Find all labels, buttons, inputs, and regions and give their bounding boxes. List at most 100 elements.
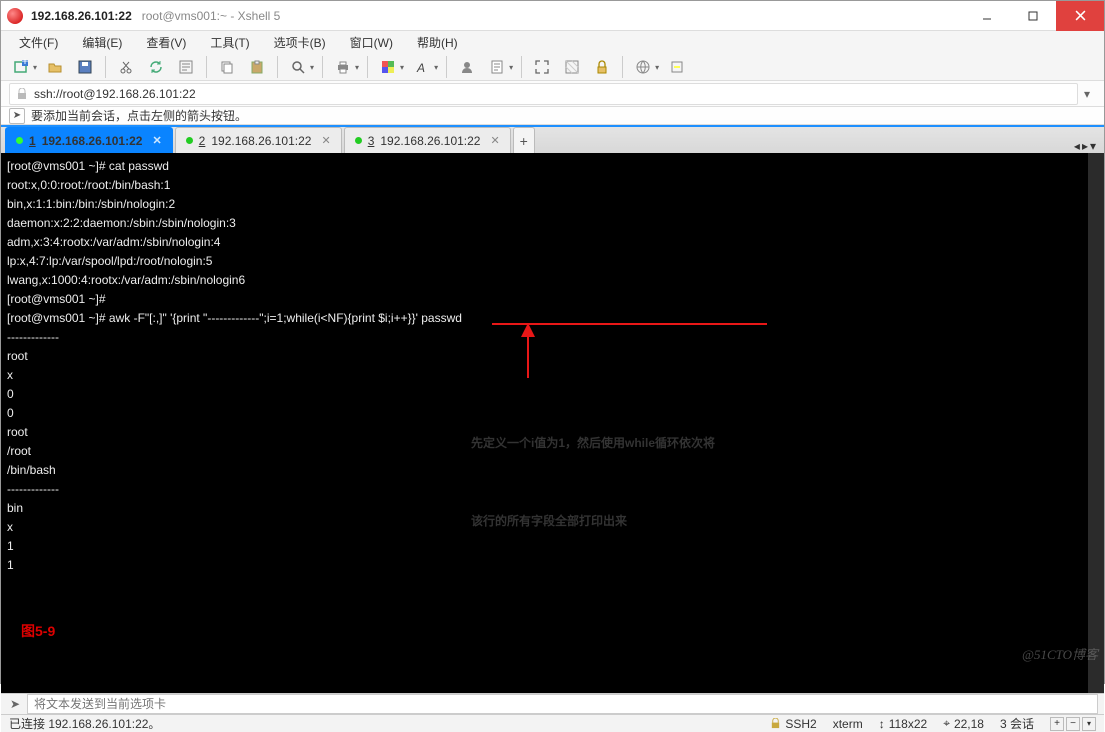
xshell-window: 192.168.26.101:22 root@vms001:~ - Xshell… [0,0,1105,684]
menu-file[interactable]: 文件(F) [9,31,68,54]
lock-small-icon [16,88,28,100]
tab-close-icon[interactable]: ✕ [321,134,330,147]
send-arrow-icon[interactable]: ➤ [7,696,23,712]
terminal-line: ------------- [7,328,1082,347]
terminal-line: root:x,0:0:root:/root:/bin/bash:1 [7,176,1082,195]
minimize-button[interactable] [964,1,1010,31]
status-sessions: 3 会话 [1000,715,1034,732]
lock-status-icon [770,718,781,729]
cut-icon[interactable] [112,54,140,80]
separator [521,56,522,78]
title-host: 192.168.26.101:22 [31,9,132,23]
tab-label: 192.168.26.101:22 [42,134,143,148]
session-tab-3[interactable]: 3 192.168.26.101:22 ✕ [344,127,511,153]
session-tab-1[interactable]: 1 192.168.26.101:22 ✕ [5,127,173,153]
status-cursor: ⌖ 22,18 [943,716,984,731]
terminal-line: root [7,347,1082,366]
session-menu-icon[interactable]: ▾ [1082,717,1096,731]
info-hint: 要添加当前会话，点击左侧的箭头按钮。 [31,107,247,124]
print-icon[interactable] [329,54,357,80]
titlebar: 192.168.26.101:22 root@vms001:~ - Xshell… [1,1,1104,31]
status-dot-icon [355,137,362,144]
menu-view[interactable]: 查看(V) [136,31,196,54]
session-minus-icon[interactable]: − [1066,717,1080,731]
status-connected: 已连接 192.168.26.101:22。 [9,715,160,732]
watermark: @51CTO博客 [1022,644,1098,663]
dropdown-icon[interactable]: ▾ [355,63,359,72]
address-dropdown-icon[interactable]: ▾ [1078,87,1096,101]
status-sessions-btns: + − ▾ [1050,717,1096,731]
annotation-line2: 该行的所有字段全部打印出来 [471,508,715,534]
app-icon [7,8,23,24]
session-plus-icon[interactable]: + [1050,717,1064,731]
dropdown-icon[interactable]: ▾ [434,63,438,72]
tab-close-icon[interactable]: ✕ [152,134,161,147]
add-session-arrow-icon[interactable]: ➤ [9,108,25,124]
info-bar: ➤ 要添加当前会话，点击左侧的箭头按钮。 [1,107,1104,125]
tab-strip: 1 192.168.26.101:22 ✕ 2 192.168.26.101:2… [1,125,1104,153]
terminal[interactable]: [root@vms001 ~]# cat passwdroot:x,0:0:ro… [1,153,1088,693]
fullscreen-icon[interactable] [528,54,556,80]
lock-icon[interactable] [588,54,616,80]
dropdown-icon[interactable]: ▾ [509,63,513,72]
menu-help[interactable]: 帮助(H) [407,31,468,54]
status-ssh: SSH2 [770,717,816,731]
separator [446,56,447,78]
menu-window[interactable]: 窗口(W) [340,31,403,54]
menu-tools[interactable]: 工具(T) [200,31,259,54]
menu-tabs[interactable]: 选项卡(B) [264,31,336,54]
open-session-icon[interactable] [41,54,69,80]
address-field[interactable]: ssh://root@192.168.26.101:22 [9,83,1078,105]
dropdown-icon[interactable]: ▾ [33,63,37,72]
terminal-line: bin,x:1:1:bin:/bin:/sbin/nologin:2 [7,195,1082,214]
window-controls [964,1,1104,31]
figure-label: 图5-9 [21,621,55,641]
svg-text:A: A [416,61,425,75]
separator [322,56,323,78]
script-icon[interactable] [483,54,511,80]
properties-icon[interactable] [172,54,200,80]
tab-prev-icon[interactable]: ◂ [1074,139,1080,153]
terminal-line: [root@vms001 ~]# [7,290,1082,309]
close-button[interactable] [1056,1,1104,31]
terminal-line: daemon:x:2:2:daemon:/sbin:/sbin/nologin:… [7,214,1082,233]
color-scheme-icon[interactable] [374,54,402,80]
session-tab-2[interactable]: 2 192.168.26.101:22 ✕ [175,127,342,153]
dropdown-icon[interactable]: ▾ [400,63,404,72]
save-icon[interactable] [71,54,99,80]
dropdown-icon[interactable]: ▾ [655,63,659,72]
paste-icon[interactable] [243,54,271,80]
tab-label: 192.168.26.101:22 [211,134,311,148]
find-icon[interactable] [284,54,312,80]
copy-icon[interactable] [213,54,241,80]
encoding-icon[interactable] [629,54,657,80]
address-text: ssh://root@192.168.26.101:22 [34,87,196,101]
terminal-line: [root@vms001 ~]# awk -F"[:,]" '{print "-… [7,309,1082,328]
menu-edit[interactable]: 编辑(E) [72,31,132,54]
terminal-area: [root@vms001 ~]# cat passwdroot:x,0:0:ro… [1,153,1104,693]
new-tab-button[interactable]: + [513,127,535,153]
annotation-text: 先定义一个i值为1，然后使用while循环依次将 该行的所有字段全部打印出来 [471,378,715,586]
dropdown-icon[interactable]: ▾ [310,63,314,72]
tab-num: 2 [199,134,206,148]
transparency-icon[interactable] [558,54,586,80]
terminal-line: adm,x:3:4:rootx:/var/adm:/sbin/nologin:4 [7,233,1082,252]
highlight-icon[interactable] [663,54,691,80]
tab-next-icon[interactable]: ▸ [1082,139,1088,153]
tab-list-icon[interactable]: ▾ [1090,139,1096,153]
reconnect-icon[interactable] [142,54,170,80]
tab-num: 1 [29,134,36,148]
status-dot-icon [186,137,193,144]
send-input[interactable] [27,694,1098,714]
toolbar: +▾ ▾ ▾ ▾ A▾ ▾ ▾ [1,54,1104,81]
new-session-icon[interactable]: + [7,54,35,80]
tab-close-icon[interactable]: ✕ [490,134,499,147]
separator [105,56,106,78]
user-icon[interactable] [453,54,481,80]
font-icon[interactable]: A [408,54,436,80]
terminal-scrollbar[interactable] [1088,153,1104,693]
maximize-button[interactable] [1010,1,1056,31]
tab-label: 192.168.26.101:22 [380,134,480,148]
status-size: ↕ 118x22 [879,717,927,731]
separator [277,56,278,78]
